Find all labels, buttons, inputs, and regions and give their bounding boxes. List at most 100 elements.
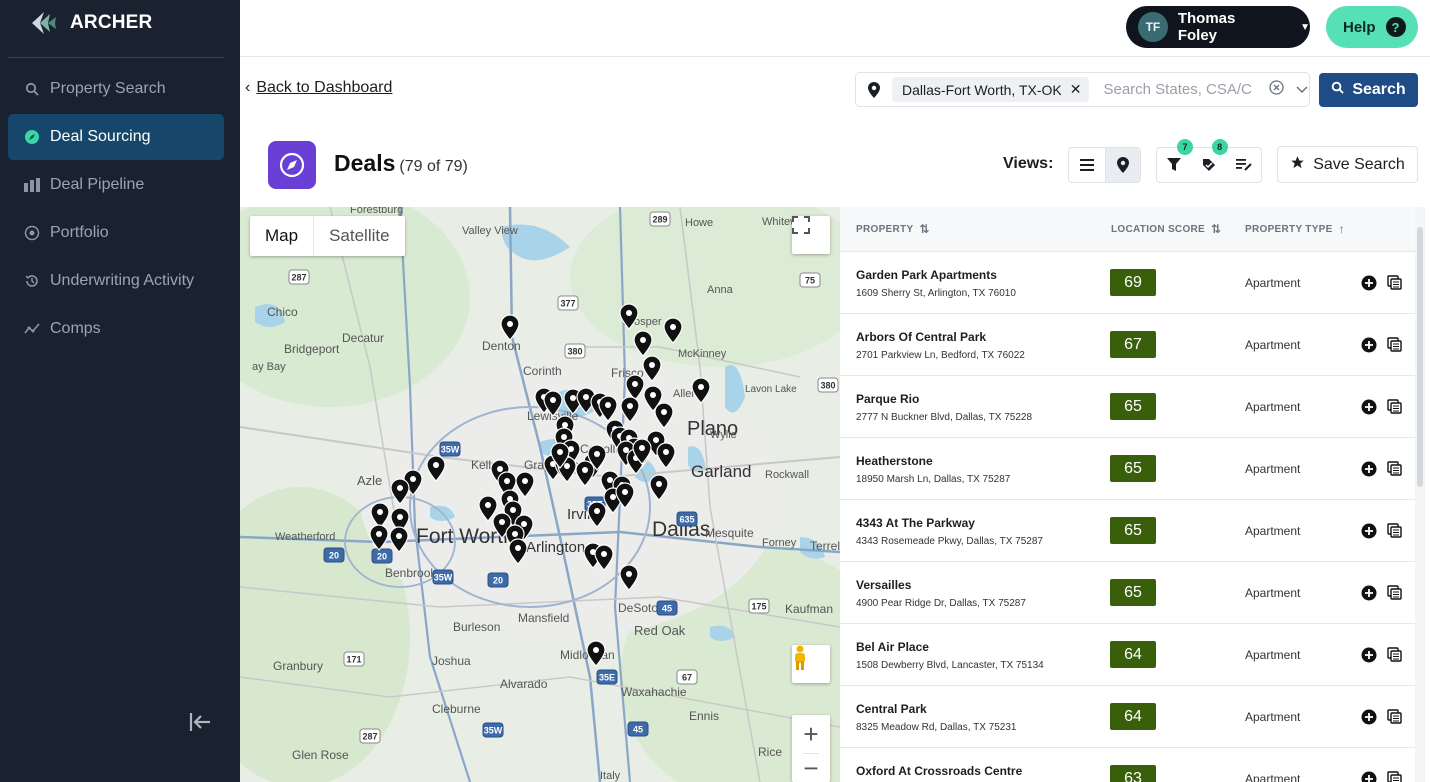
column-header-property[interactable]: PROPERTY ⇅ xyxy=(856,222,930,236)
property-name[interactable]: Garden Park Apartments xyxy=(856,268,1016,282)
remove-chip-icon[interactable]: ✕ xyxy=(1070,81,1082,98)
svg-text:287: 287 xyxy=(362,732,377,742)
question-icon: ? xyxy=(1385,17,1406,37)
table-row[interactable]: Heatherstone 18950 Marsh Ln, Dallas, TX 7… xyxy=(840,438,1415,500)
back-to-dashboard-link[interactable]: ‹ Back to Dashboard xyxy=(245,79,392,97)
deals-map[interactable]: Forestburg Valley View Howe Whitewright Anna… xyxy=(240,207,840,782)
location-chip-label: Dallas-Fort Worth, TX-OK xyxy=(902,81,1062,98)
sort-icon: ⇅ xyxy=(1211,222,1222,236)
table-row[interactable]: 4343 At The Parkway 4343 Rosemeade Pkwy, … xyxy=(840,500,1415,562)
table-row[interactable]: Oxford At Crossroads Centre 63 Apartment xyxy=(840,748,1415,782)
search-button[interactable]: Search xyxy=(1319,73,1418,107)
property-type: Apartment xyxy=(1245,771,1301,782)
copy-icon[interactable] xyxy=(1387,646,1403,663)
street-view-button[interactable] xyxy=(792,645,830,683)
copy-icon[interactable] xyxy=(1387,522,1403,539)
copy-icon[interactable] xyxy=(1387,708,1403,725)
map-place-label: Terrell xyxy=(810,539,840,553)
copy-icon[interactable] xyxy=(1387,584,1403,601)
copy-icon[interactable] xyxy=(1387,398,1403,415)
add-circle-icon[interactable] xyxy=(1361,647,1377,663)
add-circle-icon[interactable] xyxy=(1361,275,1377,291)
column-header-location-score[interactable]: LOCATION SCORE ⇅ xyxy=(1111,222,1221,236)
property-name[interactable]: Central Park xyxy=(856,702,1016,716)
location-search-field[interactable]: Dallas-Fort Worth, TX-OK ✕ Search States… xyxy=(855,72,1310,107)
property-name[interactable]: 4343 At The Parkway xyxy=(856,516,1043,530)
sidebar-item-underwriting-activity[interactable]: Underwriting Activity xyxy=(8,258,224,304)
map-place-label: Decatur xyxy=(342,331,384,345)
sidebar-item-deal-sourcing[interactable]: Deal Sourcing xyxy=(8,114,224,160)
zoom-in-button[interactable]: + xyxy=(803,715,818,753)
column-header-property-type[interactable]: PROPERTY TYPE ↑ xyxy=(1245,222,1345,236)
map-place-label: Chico xyxy=(267,305,298,319)
sidebar-item-property-search[interactable]: Property Search xyxy=(8,66,224,112)
table-row[interactable]: Parque Rio 2777 N Buckner Blvd, Dallas, T… xyxy=(840,376,1415,438)
deal-map-pin[interactable] xyxy=(500,314,520,341)
sidebar-item-portfolio[interactable]: Portfolio xyxy=(8,210,224,256)
svg-text:289: 289 xyxy=(652,215,667,225)
property-address: 8325 Meadow Rd, Dallas, TX 75231 xyxy=(856,722,1017,733)
svg-text:35W: 35W xyxy=(441,445,460,455)
property-name[interactable]: Arbors Of Central Park xyxy=(856,330,1025,344)
filter-button[interactable]: 7 xyxy=(1157,139,1193,182)
edit-list-button[interactable] xyxy=(1226,148,1261,182)
collapse-sidebar-button[interactable] xyxy=(186,708,214,736)
sidebar-item-comps[interactable]: Comps xyxy=(8,306,224,352)
property-address: 4343 Rosemeade Pkwy, Dallas, TX 75287 xyxy=(856,536,1043,547)
sidebar-item-deal-pipeline[interactable]: Deal Pipeline xyxy=(8,162,224,208)
copy-icon[interactable] xyxy=(1387,460,1403,477)
property-name[interactable]: Oxford At Crossroads Centre xyxy=(856,764,1022,778)
map-place-label: Azle xyxy=(357,473,382,488)
save-search-button[interactable]: Save Search xyxy=(1277,146,1418,183)
property-name[interactable]: Heatherstone xyxy=(856,454,1010,468)
table-scrollbar-thumb[interactable] xyxy=(1417,227,1423,487)
table-row[interactable]: Arbors Of Central Park 2701 Parkview Ln, … xyxy=(840,314,1415,376)
add-circle-icon[interactable] xyxy=(1361,399,1377,415)
property-name[interactable]: Bel Air Place xyxy=(856,640,1044,654)
map-type-toggle: Map Satellite xyxy=(250,216,405,256)
copy-icon[interactable] xyxy=(1387,336,1403,353)
search-icon xyxy=(1331,81,1345,99)
clear-search-icon[interactable] xyxy=(1269,79,1285,100)
map-place-label: Italy xyxy=(600,770,621,782)
property-type: Apartment xyxy=(1245,337,1301,352)
map-view-button[interactable] xyxy=(1104,148,1140,182)
search-input[interactable]: Search States, CSA/C xyxy=(1103,81,1261,98)
app-logo[interactable]: ARCHER xyxy=(28,8,152,38)
add-circle-icon[interactable] xyxy=(1361,461,1377,477)
map-place-label: Lavon Lake xyxy=(745,384,797,395)
zoom-out-button[interactable]: − xyxy=(803,753,819,782)
property-name[interactable]: Parque Rio xyxy=(856,392,1032,406)
satellite-option[interactable]: Satellite xyxy=(313,216,404,256)
copy-icon[interactable] xyxy=(1387,770,1403,782)
star-icon xyxy=(1290,155,1305,175)
fullscreen-button[interactable] xyxy=(792,216,830,254)
location-score-badge: 64 xyxy=(1110,641,1156,668)
sidebar-item-label: Property Search xyxy=(50,80,166,97)
user-menu-button[interactable]: TF Thomas Foley ▼ xyxy=(1126,6,1310,48)
map-option[interactable]: Map xyxy=(250,216,313,256)
list-view-button[interactable] xyxy=(1069,148,1105,182)
tag-filter-button[interactable]: 8 xyxy=(1192,139,1228,182)
add-circle-icon[interactable] xyxy=(1361,585,1377,601)
map-place-label: Mesquite xyxy=(705,526,754,540)
column-label: PROPERTY xyxy=(856,223,914,235)
add-circle-icon[interactable] xyxy=(1361,771,1377,782)
table-row[interactable]: Bel Air Place 1508 Dewberry Blvd, Lancast… xyxy=(840,624,1415,686)
chevron-down-icon[interactable] xyxy=(1296,81,1309,99)
property-name[interactable]: Versailles xyxy=(856,578,1026,592)
pipeline-icon xyxy=(24,177,40,193)
deal-map-pin[interactable] xyxy=(586,640,606,667)
app-name: ARCHER xyxy=(70,12,153,33)
property-address: 1508 Dewberry Blvd, Lancaster, TX 75134 xyxy=(856,660,1044,671)
table-row[interactable]: Central Park 8325 Meadow Rd, Dallas, TX 7… xyxy=(840,686,1415,748)
table-row[interactable]: Garden Park Apartments 1609 Sherry St, Ar… xyxy=(840,252,1415,314)
fullscreen-icon xyxy=(792,216,810,234)
add-circle-icon[interactable] xyxy=(1361,709,1377,725)
add-circle-icon[interactable] xyxy=(1361,523,1377,539)
copy-icon[interactable] xyxy=(1387,274,1403,291)
add-circle-icon[interactable] xyxy=(1361,337,1377,353)
location-chip[interactable]: Dallas-Fort Worth, TX-OK ✕ xyxy=(892,77,1090,102)
help-button[interactable]: Help ? xyxy=(1326,6,1418,48)
table-row[interactable]: Versailles 4900 Pear Ridge Dr, Dallas, TX… xyxy=(840,562,1415,624)
